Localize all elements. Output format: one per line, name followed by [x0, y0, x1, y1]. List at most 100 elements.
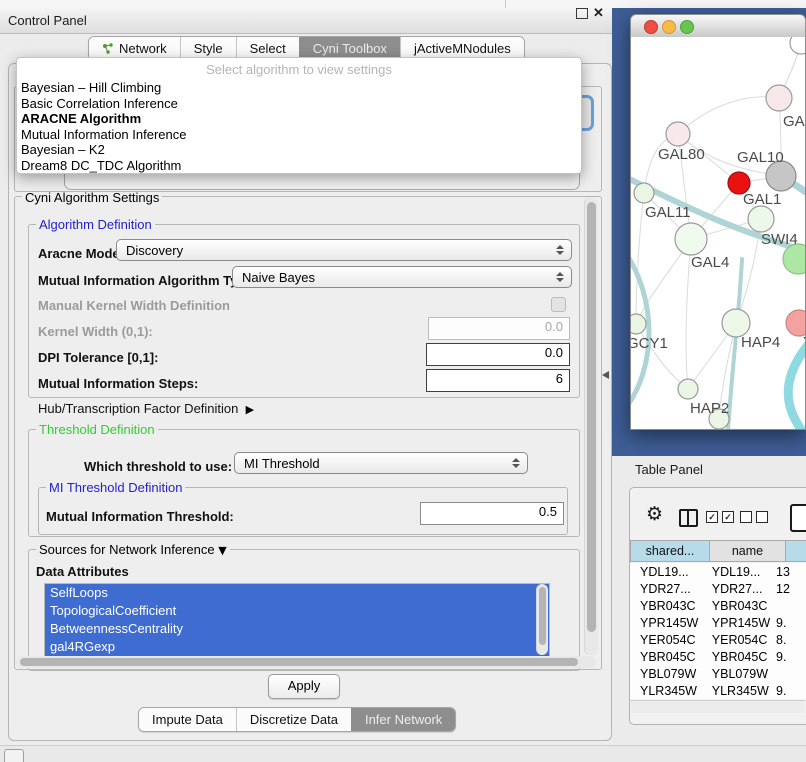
mi-threshold-field[interactable]: 0.5 [420, 502, 564, 525]
close-panel-icon[interactable]: ✕ [592, 6, 605, 19]
float-panel-icon[interactable] [576, 8, 588, 19]
node-top-cut[interactable] [790, 37, 805, 54]
aracne-mode-combobox[interactable]: Discovery [116, 239, 572, 261]
collapse-down-icon: ▼ [218, 544, 226, 557]
apply-button[interactable]: Apply [268, 674, 340, 699]
deselect-all-columns-icon[interactable] [740, 511, 768, 523]
table-export-icon[interactable] [790, 504, 806, 532]
corner-widget[interactable] [4, 749, 24, 762]
node-GAL11[interactable] [634, 183, 654, 203]
algorithm-option-bayesian-k2[interactable]: Bayesian – K2 [21, 142, 577, 158]
close-traffic-light[interactable] [644, 20, 658, 34]
table-row[interactable]: YLR345WYLR345W9. [630, 682, 806, 699]
network-canvas[interactable]: GALGAL80GAL10GAL1GAL11SWI4GAL4GCY1HAP4YH… [630, 37, 806, 430]
table-row[interactable]: YDL19...YDL19...13 [630, 563, 806, 580]
table-cell: 12 [770, 582, 806, 596]
attribute-item-topologicalcoefficient[interactable]: TopologicalCoefficient [45, 602, 549, 620]
attributes-list-scrollbar[interactable] [536, 584, 548, 655]
node-gal-cut-label: GAL [783, 113, 805, 130]
algorithm-dropdown-hint: Select algorithm to view settings [17, 62, 581, 77]
dpi-tolerance-label: DPI Tolerance [0,1]: [38, 350, 158, 365]
table-row[interactable]: YBR045CYBR045C9. [630, 648, 806, 665]
network-edge[interactable] [678, 97, 779, 134]
node-GAL1[interactable] [748, 206, 774, 232]
tab-discretize-data[interactable]: Discretize Data [236, 708, 351, 731]
algorithm-option-dream8-dc-tdc-algorithm[interactable]: Dream8 DC_TDC Algorithm [21, 158, 577, 174]
node-gal-cut[interactable] [766, 85, 792, 111]
table-cell: YBR043C [630, 599, 702, 613]
table-columns-icon[interactable] [679, 509, 698, 527]
attribute-item-betweennesscentrality[interactable]: BetweennessCentrality [45, 620, 549, 638]
node-GAL4[interactable] [675, 223, 707, 255]
column-header-partial[interactable] [786, 540, 806, 562]
table-cell: 9. [770, 684, 806, 698]
table-settings-gear-icon[interactable]: ⚙ [646, 503, 663, 525]
table-row[interactable]: YDR27...YDR27...12 [630, 580, 806, 597]
table-cell: YBR045C [702, 650, 770, 664]
hub-definition-label: Hub/Transcription Factor Definition [38, 401, 238, 416]
minimize-traffic-light[interactable] [662, 20, 676, 34]
settings-vertical-scrollbar[interactable] [584, 197, 598, 655]
table-row[interactable]: YBR043CYBR043C [630, 597, 806, 614]
tab-impute-data[interactable]: Impute Data [139, 708, 236, 731]
attribute-item-selfloops[interactable]: SelfLoops [45, 584, 549, 602]
network-icon [102, 43, 114, 55]
node-salmon-label: Y [803, 334, 805, 351]
table-row[interactable]: YER054CYER054C8. [630, 631, 806, 648]
algorithm-dropdown-list: Bayesian – Hill ClimbingBasic Correlatio… [21, 80, 577, 173]
node-GCY1[interactable] [631, 314, 646, 334]
node-HAP2[interactable] [678, 379, 698, 399]
tab-label: Network [119, 41, 167, 56]
node-salmon[interactable] [786, 310, 805, 336]
table-cell: YBR045C [630, 650, 702, 664]
threshold-definition-title: Threshold Definition [36, 422, 158, 437]
which-threshold-combobox[interactable]: MI Threshold [234, 452, 528, 474]
node-GAL80[interactable] [666, 122, 690, 146]
table-row[interactable]: YBL079WYBL079W [630, 665, 806, 682]
mi-type-value: Naive Bayes [242, 270, 552, 285]
node-HAP4-label: HAP4 [741, 334, 780, 351]
kernel-width-field[interactable]: 0.0 [428, 317, 570, 340]
node-SWI4[interactable] [783, 244, 805, 274]
node-GCY1-label: GCY1 [631, 335, 668, 352]
node-HAP4[interactable] [722, 309, 750, 337]
algorithm-option-basic-correlation-inference[interactable]: Basic Correlation Inference [21, 96, 577, 112]
network-edge[interactable] [728, 259, 742, 429]
network-edge[interactable] [788, 339, 805, 429]
column-header-shared[interactable]: shared... [630, 540, 710, 562]
table-horizontal-scrollbar[interactable] [631, 700, 805, 713]
algorithm-option-bayesian-hill-climbing[interactable]: Bayesian – Hill Climbing [21, 80, 577, 96]
mi-steps-field[interactable]: 6 [426, 369, 570, 392]
app-toolbar-strip [0, 0, 806, 8]
hub-definition-expander[interactable]: Hub/Transcription Factor Definition ▶ [38, 401, 254, 416]
algorithm-option-aracne-algorithm[interactable]: ARACNE Algorithm [21, 111, 577, 127]
dpi-tolerance-field[interactable]: 0.0 [426, 343, 570, 366]
table-cell: YDR27... [702, 582, 770, 596]
table-row[interactable]: YPR145WYPR145W9. [630, 614, 806, 631]
which-threshold-value: MI Threshold [244, 456, 508, 471]
table-cell: YPR145W [630, 616, 702, 630]
column-header-name[interactable]: name [710, 540, 786, 562]
panel-resize-cursor [602, 371, 609, 379]
network-window-titlebar[interactable] [630, 14, 806, 38]
attribute-item-gal4rgexp[interactable]: gal4RGexp [45, 638, 549, 656]
table-cell: 9. [770, 616, 806, 630]
manual-kernel-checkbox[interactable] [551, 297, 566, 312]
network-view-window: GALGAL80GAL10GAL1GAL11SWI4GAL4GCY1HAP4YH… [630, 14, 806, 429]
table-cell: YLR345W [630, 684, 702, 698]
select-all-columns-icon[interactable]: ✓✓ [706, 511, 734, 523]
which-threshold-label: Which threshold to use: [84, 459, 232, 474]
status-bar [0, 745, 806, 762]
tab-label: jActiveMNodules [414, 41, 511, 56]
algorithm-option-mutual-information-inference[interactable]: Mutual Information Inference [21, 127, 577, 143]
zoom-traffic-light[interactable] [680, 20, 694, 34]
network-edge[interactable] [636, 193, 644, 324]
tab-label: Cyni Toolbox [313, 41, 387, 56]
sources-title-row[interactable]: Sources for Network Inference ▼ [36, 542, 230, 557]
table-cell: YPR145W [702, 616, 770, 630]
settings-horizontal-scrollbar[interactable] [16, 656, 596, 668]
mi-threshold-group-title: MI Threshold Definition [46, 480, 185, 495]
mi-type-combobox[interactable]: Naive Bayes [232, 266, 572, 288]
tab-infer-network[interactable]: Infer Network [351, 708, 455, 731]
manual-kernel-label: Manual Kernel Width Definition [38, 298, 230, 313]
